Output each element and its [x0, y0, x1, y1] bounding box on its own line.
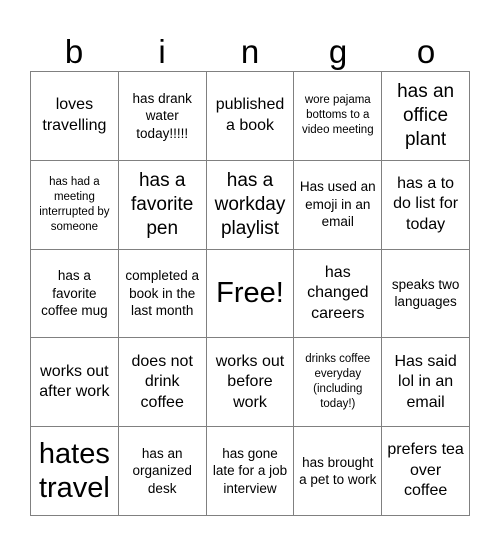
bingo-cell[interactable]: has a to do list for today	[382, 160, 470, 250]
bingo-cell[interactable]: works out after work	[31, 338, 119, 428]
bingo-free-space[interactable]: Free!	[206, 249, 295, 339]
bingo-cell[interactable]: completed a book in the last month	[118, 249, 207, 339]
header-letter-o: o	[416, 33, 436, 70]
bingo-cell-label: has drank water today!!!!!	[132, 90, 192, 141]
bingo-card: b i n g o loves travelling has drank wat…	[0, 0, 500, 544]
bingo-cell[interactable]: has drank water today!!!!!	[118, 72, 207, 161]
bingo-cell[interactable]: prefers tea over coffee	[382, 427, 470, 516]
bingo-cell-label: completed a book in the last month	[125, 268, 199, 319]
bingo-cell-label: has changed careers	[307, 263, 369, 322]
bingo-cell[interactable]: loves travelling	[31, 72, 119, 161]
bingo-grid: loves travelling has drank water today!!…	[30, 71, 470, 516]
bingo-cell[interactable]: speaks two languages	[382, 249, 470, 339]
bingo-cell-label: does not drink coffee	[131, 352, 193, 411]
bingo-cell-label: drinks coffee everyday (including today!…	[305, 353, 371, 411]
bingo-cell-label: has a workday playlist	[214, 169, 286, 239]
bingo-cell[interactable]: drinks coffee everyday (including today!…	[294, 338, 383, 428]
bingo-cell-label: has an office plant	[397, 80, 455, 150]
bingo-cell[interactable]: does not drink coffee	[118, 338, 207, 428]
bingo-cell[interactable]: has an office plant	[382, 72, 470, 161]
bingo-cell[interactable]: hates travel	[31, 427, 119, 516]
bingo-cell[interactable]: has gone late for a job interview	[206, 427, 295, 516]
bingo-cell-label: Has used an emoji in an email	[299, 179, 376, 230]
bingo-cell-label: has gone late for a job interview	[212, 445, 288, 496]
bingo-cell[interactable]: has changed careers	[294, 249, 383, 339]
bingo-free-space-label: Free!	[216, 277, 284, 310]
bingo-cell[interactable]: Has said lol in an email	[382, 338, 470, 428]
bingo-cell[interactable]: published a book	[206, 72, 295, 161]
header-letter-g: g	[328, 33, 348, 70]
bingo-cell[interactable]: has a favorite coffee mug	[31, 249, 119, 339]
bingo-cell-label: loves travelling	[42, 96, 107, 134]
bingo-cell-label: works out after work	[39, 362, 110, 401]
header-letter-b: b	[64, 33, 84, 70]
bingo-cell-label: has an organized desk	[132, 445, 192, 496]
bingo-cell[interactable]: works out before work	[206, 338, 295, 428]
bingo-cell[interactable]: has had a meeting interrupted by someone	[31, 160, 119, 250]
bingo-cell[interactable]: has brought a pet to work	[294, 427, 383, 516]
bingo-cell[interactable]: wore pajama bottoms to a video meeting	[294, 72, 383, 161]
header-letter-n: n	[240, 33, 260, 70]
bingo-cell-label: published a book	[215, 96, 285, 134]
bingo-cell-label: has a to do list for today	[393, 174, 459, 233]
bingo-cell[interactable]: has a favorite pen	[118, 160, 207, 250]
header-letter-i: i	[158, 33, 166, 70]
bingo-cell-label: hates travel	[38, 438, 110, 505]
bingo-cell-label: has had a meeting interrupted by someone	[39, 175, 110, 233]
bingo-cell[interactable]: has a workday playlist	[206, 160, 295, 250]
bingo-header-row: b i n g o	[30, 22, 470, 71]
bingo-cell-label: Has said lol in an email	[394, 352, 457, 411]
bingo-cell-label: prefers tea over coffee	[387, 441, 464, 500]
bingo-cell-label: has a favorite coffee mug	[41, 268, 108, 319]
bingo-cell-label: speaks two languages	[391, 276, 460, 310]
bingo-cell-label: wore pajama bottoms to a video meeting	[301, 94, 374, 137]
bingo-cell[interactable]: has an organized desk	[118, 427, 207, 516]
bingo-cell-label: has brought a pet to work	[299, 454, 377, 488]
bingo-cell-label: has a favorite pen	[131, 169, 194, 239]
bingo-cell[interactable]: Has used an emoji in an email	[294, 160, 383, 250]
bingo-cell-label: works out before work	[215, 352, 285, 411]
